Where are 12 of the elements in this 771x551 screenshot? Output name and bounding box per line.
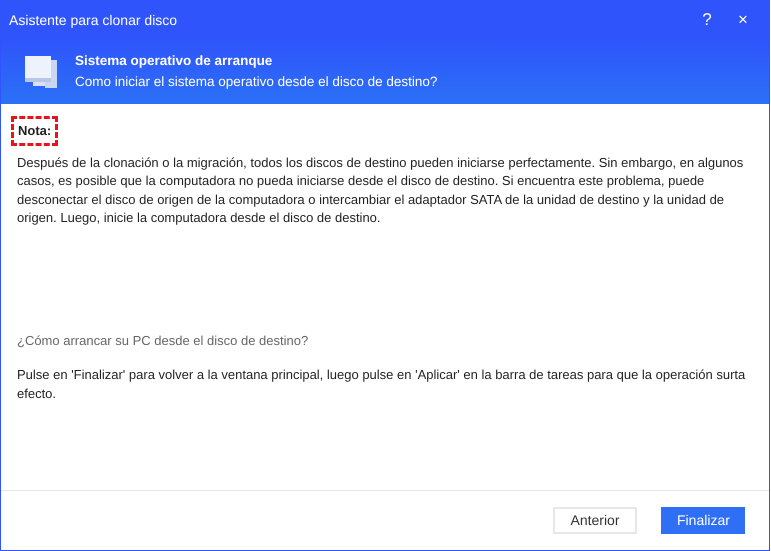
header-subtitle: Como iniciar el sistema operativo desde el disco de destino?	[75, 72, 438, 91]
close-button[interactable]: ×	[725, 7, 761, 33]
back-button[interactable]: Anterior	[553, 507, 637, 534]
header-title: Sistema operativo de arranque	[75, 52, 274, 70]
question-text: ¿Cómo arrancar su PC desde el disco de destino?	[17, 332, 310, 350]
computer-icon	[23, 54, 59, 90]
help-button[interactable]: ?	[689, 7, 725, 33]
instruction-text: Pulse en 'Finalizar' para volver a la ventana principal, luego pulse en 'Aplicar' en la barra de tareas para que la operación surta efecto.	[17, 366, 746, 402]
finish-button[interactable]: Finalizar	[661, 507, 745, 534]
window-title: Asistente para clonar disco	[9, 10, 178, 30]
note-label: Nota:	[11, 116, 58, 146]
note-text: Después de la clonación o la migración, todos los discos de destino pueden iniciarse perfectamente. Sin embargo, en algunos casos, es posible que la computadora no pueda iniciarse desde el disco de destino. Si encuentra este problema, puede desconectar el disco de origen de la computadora o intercambiar el adaptador SATA de la unidad de destino y la unidad de origen. Luego, inicie la computadora desde el disco de destino.	[17, 154, 744, 227]
